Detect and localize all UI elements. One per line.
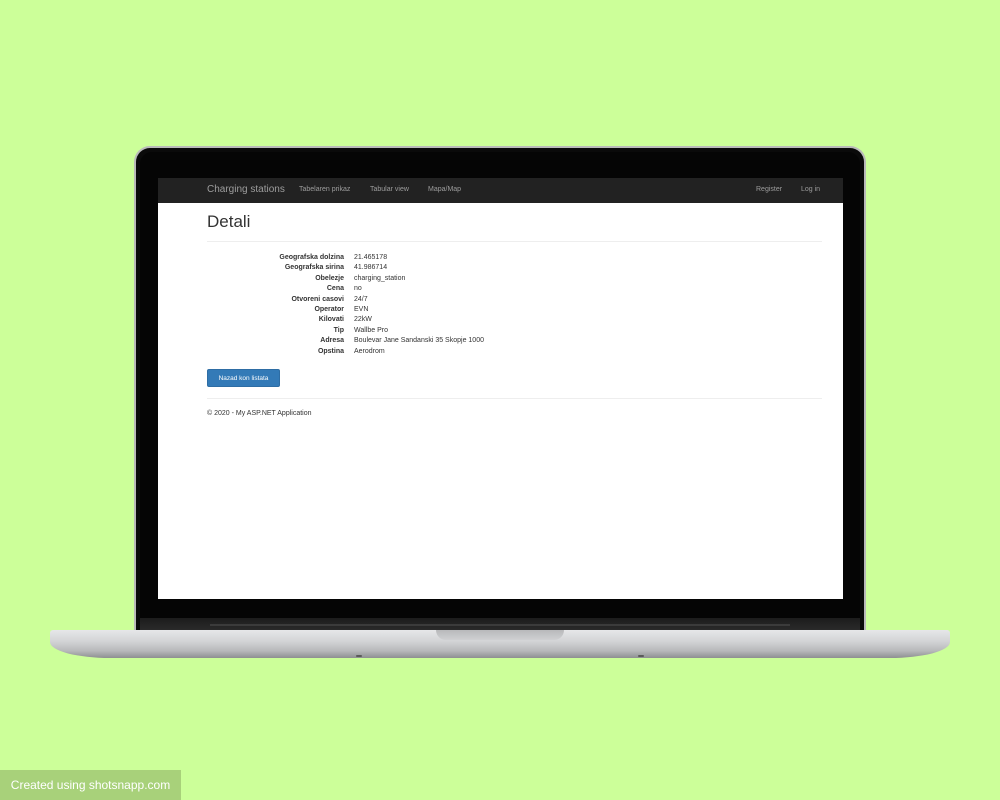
detail-row: Adresa Boulevar Jane Sandanski 35 Skopje… bbox=[207, 337, 822, 347]
detail-label: Adresa bbox=[320, 337, 344, 345]
detail-label: Obelezje bbox=[315, 274, 344, 282]
detail-label: Geografska dolzina bbox=[279, 254, 344, 261]
detail-label: Geografska sirina bbox=[284, 264, 344, 272]
footer-copyright: © 2020 - My ASP.NET Application bbox=[207, 410, 312, 417]
detail-value: Wallbe Pro bbox=[354, 326, 388, 334]
back-to-list-button[interactable]: Nazad kon listata bbox=[207, 369, 280, 387]
detail-row: Geografska dolzina 21.465178 bbox=[207, 254, 822, 264]
detail-row: Cena no bbox=[207, 285, 822, 295]
footer-divider bbox=[207, 398, 822, 399]
detail-label: Opstina bbox=[317, 347, 344, 355]
browser-screen: Charging stations Tabelaren prikaz Tabul… bbox=[158, 178, 843, 599]
detail-row: Otvoreni casovi 24/7 bbox=[207, 296, 822, 306]
brand-link[interactable]: Charging stations bbox=[207, 184, 285, 195]
detail-value: EVN bbox=[354, 305, 369, 313]
hinge-line bbox=[210, 624, 790, 626]
detail-row: Obelezje charging_station bbox=[207, 275, 822, 285]
detail-value: 22kW bbox=[354, 316, 372, 324]
detail-label: Operator bbox=[314, 305, 344, 313]
register-link[interactable]: Register bbox=[756, 186, 782, 193]
page-title: Detali bbox=[207, 212, 251, 231]
detail-value: 24/7 bbox=[354, 295, 368, 303]
watermark: Created using shotsnapp.com bbox=[0, 770, 181, 800]
navbar: Charging stations Tabelaren prikaz Tabul… bbox=[158, 178, 843, 203]
detail-label: Otvoreni casovi bbox=[291, 295, 344, 303]
detail-row: Tip Wallbe Pro bbox=[207, 327, 822, 337]
detail-value: charging_station bbox=[354, 274, 406, 282]
detail-label: Cena bbox=[326, 285, 344, 293]
detail-row: Geografska sirina 41.986714 bbox=[207, 264, 822, 274]
divider bbox=[207, 241, 822, 242]
detail-row: Operator EVN bbox=[207, 306, 822, 316]
laptop-foot bbox=[356, 655, 362, 657]
laptop-foot bbox=[638, 655, 644, 657]
detail-value: 21.465178 bbox=[354, 254, 388, 261]
nav-link-tabelaren-prikaz[interactable]: Tabelaren prikaz bbox=[299, 186, 350, 193]
nav-link-map[interactable]: Mapa/Map bbox=[428, 186, 461, 193]
login-link[interactable]: Log in bbox=[801, 186, 820, 193]
detail-row: Kilovati 22kW bbox=[207, 316, 822, 326]
detail-value: Aerodrom bbox=[354, 347, 385, 355]
detail-label: Kilovati bbox=[318, 316, 344, 324]
laptop-notch bbox=[436, 630, 564, 640]
detail-value: 41.986714 bbox=[354, 264, 388, 272]
nav-link-tabular-view[interactable]: Tabular view bbox=[370, 186, 409, 193]
details-list: Geografska dolzina 21.465178 Geografska … bbox=[207, 254, 822, 358]
detail-value: no bbox=[354, 285, 362, 293]
detail-label: Tip bbox=[333, 326, 344, 334]
detail-value: Boulevar Jane Sandanski 35 Skopje 1000 bbox=[354, 337, 484, 345]
detail-row: Opstina Aerodrom bbox=[207, 348, 822, 358]
